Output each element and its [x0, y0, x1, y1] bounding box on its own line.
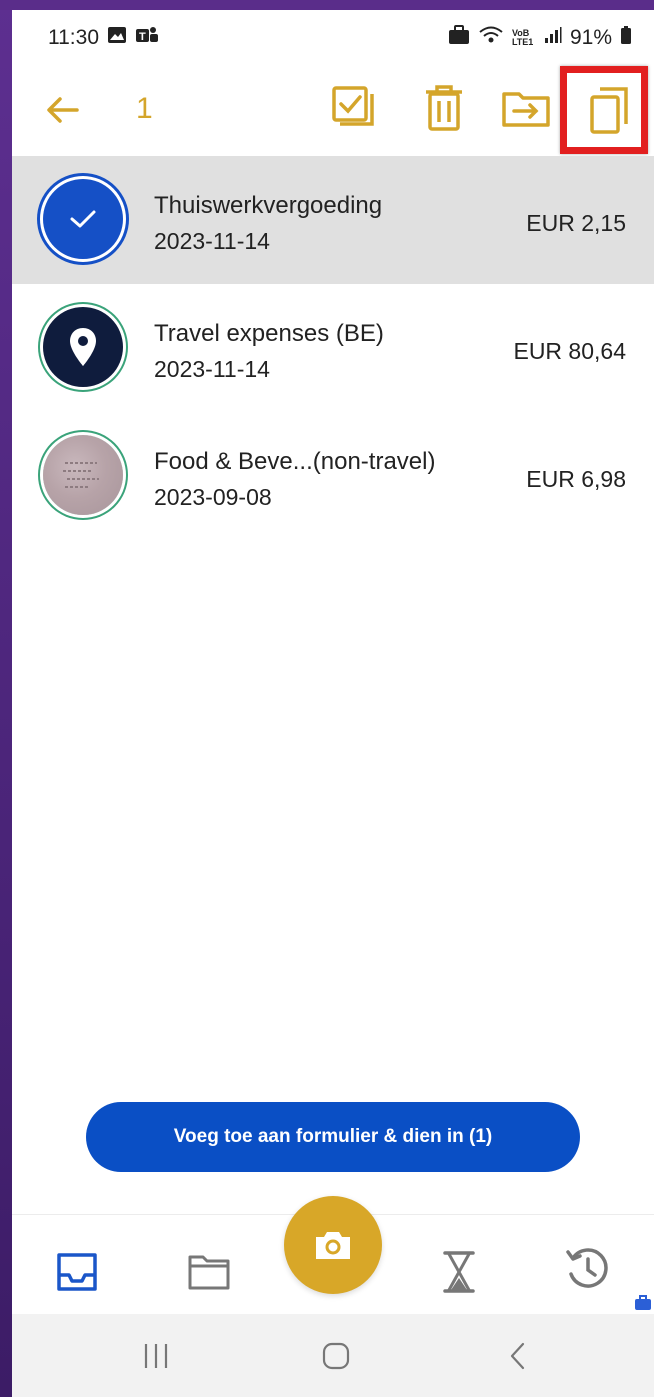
receipt-lines-icon: [63, 462, 99, 488]
move-icon: [502, 92, 550, 127]
expense-amount: EUR 6,98: [526, 466, 626, 492]
wifi-icon: [478, 25, 504, 51]
expense-row[interactable]: Food & Beve...(non-travel) 2023-09-08 EU…: [12, 412, 654, 540]
back-arrow-icon: [47, 97, 79, 123]
teams-icon: T: [135, 26, 159, 50]
expense-title: Food & Beve...(non-travel): [154, 448, 436, 475]
system-back-icon: [510, 1342, 525, 1370]
phone-screen: 11:30 T VoB LTE1 91% 1 Thuiswerkvergoedi…: [12, 10, 654, 1397]
select-all-icon: [332, 86, 374, 126]
camera-button[interactable]: [284, 1196, 382, 1294]
briefcase-icon: [448, 25, 470, 51]
expense-title: Thuiswerkvergoeding: [154, 192, 383, 219]
history-icon: [566, 1248, 608, 1288]
work-profile-badge-icon: [634, 1295, 652, 1316]
folder-icon: [188, 1255, 230, 1290]
battery-icon: [620, 25, 632, 51]
home-button[interactable]: [318, 1338, 354, 1374]
home-icon: [322, 1342, 350, 1370]
background-left-edge: [0, 0, 12, 1397]
submit-form-button[interactable]: Voeg toe aan formulier & dien in (1): [86, 1102, 580, 1172]
expense-row[interactable]: Travel expenses (BE) 2023-11-14 EUR 80,6…: [12, 284, 654, 412]
status-bar: 11:30 T VoB LTE1 91%: [12, 10, 654, 66]
copy-icon: [590, 87, 628, 134]
check-icon: [70, 210, 96, 228]
move-to-folder-button[interactable]: [498, 82, 554, 134]
nav-history[interactable]: [562, 1243, 614, 1295]
select-all-button[interactable]: [328, 82, 380, 134]
expense-row[interactable]: Thuiswerkvergoeding 2023-11-14 EUR 2,15: [12, 156, 654, 284]
network-label: VoB LTE1: [511, 28, 534, 47]
delete-button[interactable]: [418, 82, 470, 134]
svg-text:T: T: [139, 31, 146, 43]
receipt-thumbnail[interactable]: [43, 435, 123, 515]
nav-inbox[interactable]: [52, 1247, 102, 1297]
battery-percent: 91%: [569, 26, 612, 49]
gallery-icon: [107, 26, 127, 50]
status-time: 11:30: [48, 26, 99, 49]
trash-icon: [426, 85, 462, 131]
nav-pending[interactable]: [436, 1247, 482, 1297]
expense-amount: EUR 2,15: [526, 210, 626, 236]
expense-avatar[interactable]: [43, 307, 123, 387]
system-back-button[interactable]: [500, 1338, 536, 1374]
hourglass-icon: [443, 1251, 475, 1293]
nav-folder[interactable]: [184, 1247, 234, 1297]
selected-count: 1: [136, 92, 153, 125]
expense-amount: EUR 80,64: [513, 338, 626, 364]
expense-title: Travel expenses (BE): [154, 320, 384, 347]
recent-apps-icon: [144, 1344, 168, 1368]
copy-button[interactable]: [584, 82, 636, 138]
background-top-edge: [0, 0, 654, 10]
expense-date: 2023-11-14: [154, 228, 270, 254]
location-pin-icon: [70, 328, 96, 366]
signal-icon: [544, 26, 562, 50]
system-navigation-bar: [12, 1314, 654, 1397]
expense-date: 2023-11-14: [154, 356, 270, 382]
expense-date: 2023-09-08: [154, 484, 272, 510]
expense-list: Thuiswerkvergoeding 2023-11-14 EUR 2,15 …: [12, 156, 654, 540]
camera-icon: [316, 1232, 350, 1259]
selected-avatar[interactable]: [43, 179, 123, 259]
selection-toolbar: 1: [12, 66, 654, 156]
recent-apps-button[interactable]: [138, 1338, 174, 1374]
back-button[interactable]: [40, 88, 84, 132]
inbox-icon: [57, 1253, 97, 1291]
